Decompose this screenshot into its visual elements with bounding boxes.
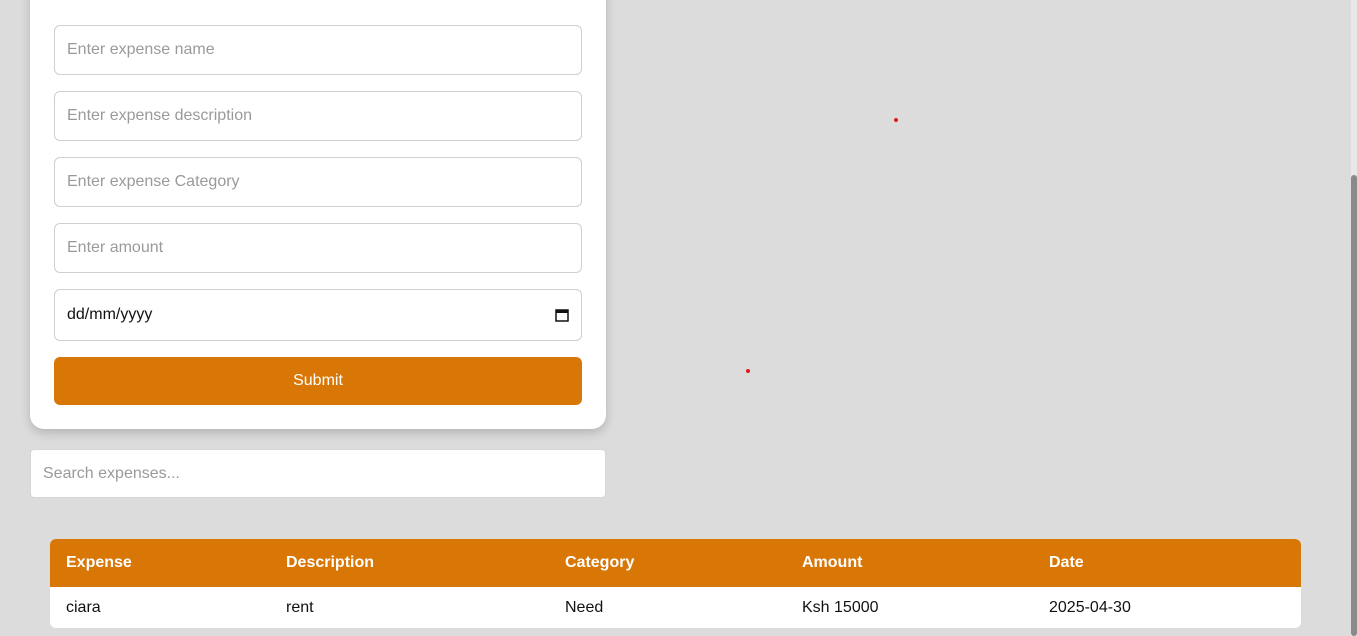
red-dot bbox=[894, 118, 898, 122]
column-header-amount: Amount bbox=[802, 554, 863, 571]
search-placeholder: Search expenses... bbox=[43, 464, 180, 482]
column-header-date: Date bbox=[1049, 554, 1084, 571]
table-row: ciara rent Need Ksh 15000 2025-04-30 bbox=[50, 587, 1301, 628]
expense-date-placeholder: dd/mm/yyyy bbox=[67, 306, 153, 323]
submit-button[interactable]: Submit bbox=[54, 357, 582, 405]
expense-name-placeholder: Enter expense name bbox=[67, 41, 215, 58]
expense-name-input[interactable]: Enter expense name bbox=[54, 25, 582, 75]
expense-category-placeholder: Enter expense Category bbox=[67, 173, 240, 190]
expense-form-card: Enter expense name Enter expense descrip… bbox=[30, 0, 606, 429]
table-header-row: Expense Description Category Amount Date bbox=[50, 539, 1301, 587]
expenses-table: Expense Description Category Amount Date… bbox=[50, 539, 1301, 628]
cell-description: rent bbox=[286, 598, 314, 616]
cell-category: Need bbox=[565, 598, 604, 616]
expense-amount-placeholder: Enter amount bbox=[67, 239, 164, 256]
expense-date-input[interactable]: dd/mm/yyyy bbox=[54, 289, 582, 341]
cell-expense: ciara bbox=[66, 598, 101, 616]
cell-date: 2025-04-30 bbox=[1049, 598, 1131, 616]
expense-amount-input[interactable]: Enter amount bbox=[54, 223, 582, 273]
calendar-icon[interactable] bbox=[555, 308, 569, 322]
page: Enter expense name Enter expense descrip… bbox=[0, 0, 1357, 636]
red-dot bbox=[746, 369, 750, 373]
scrollbar[interactable] bbox=[1351, 0, 1357, 636]
search-input[interactable]: Search expenses... bbox=[30, 449, 606, 498]
column-header-expense: Expense bbox=[66, 554, 132, 571]
cell-amount: Ksh 15000 bbox=[802, 598, 879, 616]
expense-description-placeholder: Enter expense description bbox=[67, 107, 252, 124]
expense-category-input[interactable]: Enter expense Category bbox=[54, 157, 582, 207]
submit-button-label: Submit bbox=[293, 372, 343, 389]
expense-description-input[interactable]: Enter expense description bbox=[54, 91, 582, 141]
column-header-category: Category bbox=[565, 554, 635, 571]
scrollbar-thumb[interactable] bbox=[1351, 175, 1357, 636]
column-header-description: Description bbox=[286, 554, 375, 571]
